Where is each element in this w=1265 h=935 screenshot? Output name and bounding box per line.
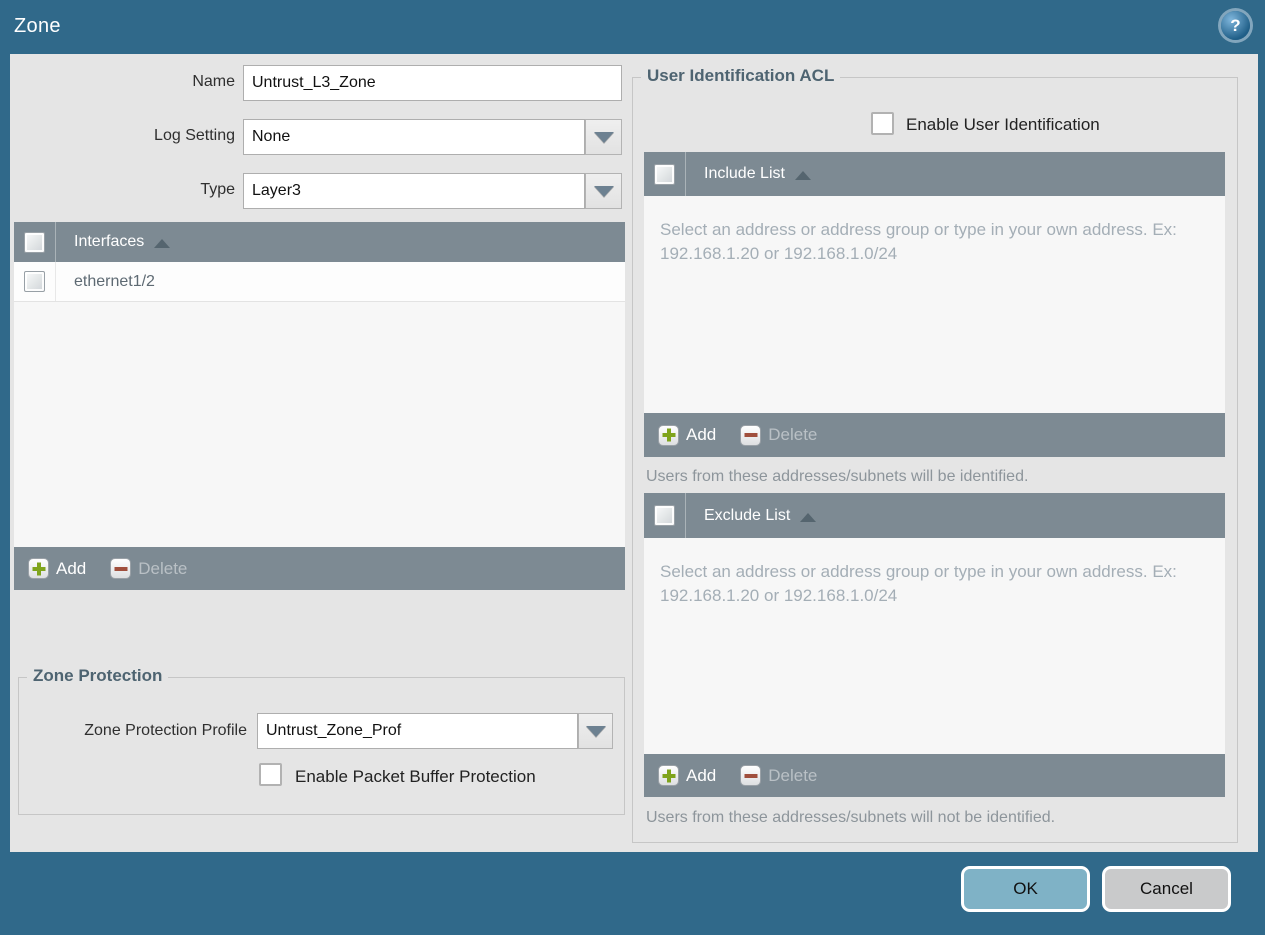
help-icon-glyph: ? <box>1230 15 1241 35</box>
exclude-delete-button[interactable]: Delete <box>740 765 817 786</box>
include-list-footer: Add Delete <box>644 413 1225 457</box>
interfaces-add-button[interactable]: Add <box>28 558 86 579</box>
zone-dialog: Zone ? Name Log Setting Type Interfaces <box>0 0 1265 935</box>
include-list-caption: Users from these addresses/subnets will … <box>646 468 1029 485</box>
exclude-list-table: Exclude List Select an address or addres… <box>644 493 1225 797</box>
add-plus-icon <box>28 558 49 579</box>
help-icon[interactable]: ? <box>1221 11 1250 40</box>
exclude-add-button[interactable]: Add <box>658 765 716 786</box>
include-select-all-cell <box>644 152 686 196</box>
interfaces-select-all-cell <box>14 222 56 262</box>
zone-protection-profile-dropdown-button[interactable] <box>578 713 613 749</box>
interfaces-table-footer: Add Delete <box>14 547 625 590</box>
interfaces-table-body: ethernet1/2 <box>14 262 625 547</box>
dialog-title: Zone <box>14 15 61 37</box>
zone-protection-profile-label: Zone Protection Profile <box>84 722 247 739</box>
name-label: Name <box>192 73 235 90</box>
interface-row[interactable]: ethernet1/2 <box>14 262 625 302</box>
log-setting-dropdown-button[interactable] <box>585 119 622 155</box>
chevron-down-icon <box>593 185 614 197</box>
cancel-button[interactable]: Cancel <box>1102 866 1231 912</box>
interface-name: ethernet1/2 <box>74 272 155 290</box>
delete-minus-icon <box>740 765 762 786</box>
delete-minus-icon <box>110 558 132 579</box>
delete-minus-icon <box>740 424 762 446</box>
chevron-down-icon <box>585 725 606 737</box>
enable-packet-buffer-protection-checkbox[interactable] <box>259 763 282 786</box>
include-select-all-checkbox[interactable] <box>654 163 675 185</box>
interfaces-column-header[interactable]: Interfaces <box>74 233 144 251</box>
exclude-list-column-header[interactable]: Exclude List <box>704 507 790 525</box>
type-label: Type <box>200 181 235 198</box>
interfaces-table-header: Interfaces <box>14 222 625 262</box>
type-dropdown-button[interactable] <box>585 173 622 209</box>
interfaces-table: Interfaces ethernet1/2 Add Delete <box>14 222 625 590</box>
sort-ascending-icon <box>154 239 171 248</box>
include-list-table: Include List Select an address or addres… <box>644 152 1225 457</box>
include-list-placeholder: Select an address or address group or ty… <box>660 220 1177 263</box>
type-input[interactable] <box>243 173 585 209</box>
exclude-list-footer: Add Delete <box>644 754 1225 797</box>
ok-button[interactable]: OK <box>961 866 1090 912</box>
sort-ascending-icon <box>800 512 817 522</box>
interfaces-delete-button[interactable]: Delete <box>110 558 187 579</box>
include-delete-button[interactable]: Delete <box>740 424 817 446</box>
add-plus-icon <box>658 765 679 786</box>
exclude-list-placeholder: Select an address or address group or ty… <box>660 562 1177 605</box>
interface-row-checkbox-cell <box>14 262 56 301</box>
interface-row-checkbox[interactable] <box>24 271 45 292</box>
exclude-list-body[interactable]: Select an address or address group or ty… <box>644 538 1225 754</box>
zone-protection-legend: Zone Protection <box>27 666 169 686</box>
zone-protection-profile-input[interactable] <box>257 713 578 749</box>
add-plus-icon <box>658 424 679 446</box>
enable-packet-buffer-protection-label: Enable Packet Buffer Protection <box>295 767 536 786</box>
chevron-down-icon <box>593 131 614 143</box>
exclude-list-header: Exclude List <box>644 493 1225 538</box>
exclude-select-all-checkbox[interactable] <box>654 505 675 526</box>
log-setting-label: Log Setting <box>154 127 235 144</box>
exclude-select-all-cell <box>644 493 686 538</box>
interfaces-select-all-checkbox[interactable] <box>24 231 45 253</box>
log-setting-input[interactable] <box>243 119 585 155</box>
name-input[interactable] <box>243 65 622 101</box>
include-list-column-header[interactable]: Include List <box>704 165 785 183</box>
sort-ascending-icon <box>794 171 811 180</box>
title-bar: Zone ? <box>0 0 1265 54</box>
enable-user-identification-checkbox[interactable] <box>871 112 894 135</box>
user-identification-acl-legend: User Identification ACL <box>641 66 841 86</box>
include-list-body[interactable]: Select an address or address group or ty… <box>644 196 1225 413</box>
include-list-header: Include List <box>644 152 1225 196</box>
exclude-list-caption: Users from these addresses/subnets will … <box>646 809 1056 826</box>
enable-user-identification-label: Enable User Identification <box>906 115 1100 134</box>
include-add-button[interactable]: Add <box>658 424 716 446</box>
